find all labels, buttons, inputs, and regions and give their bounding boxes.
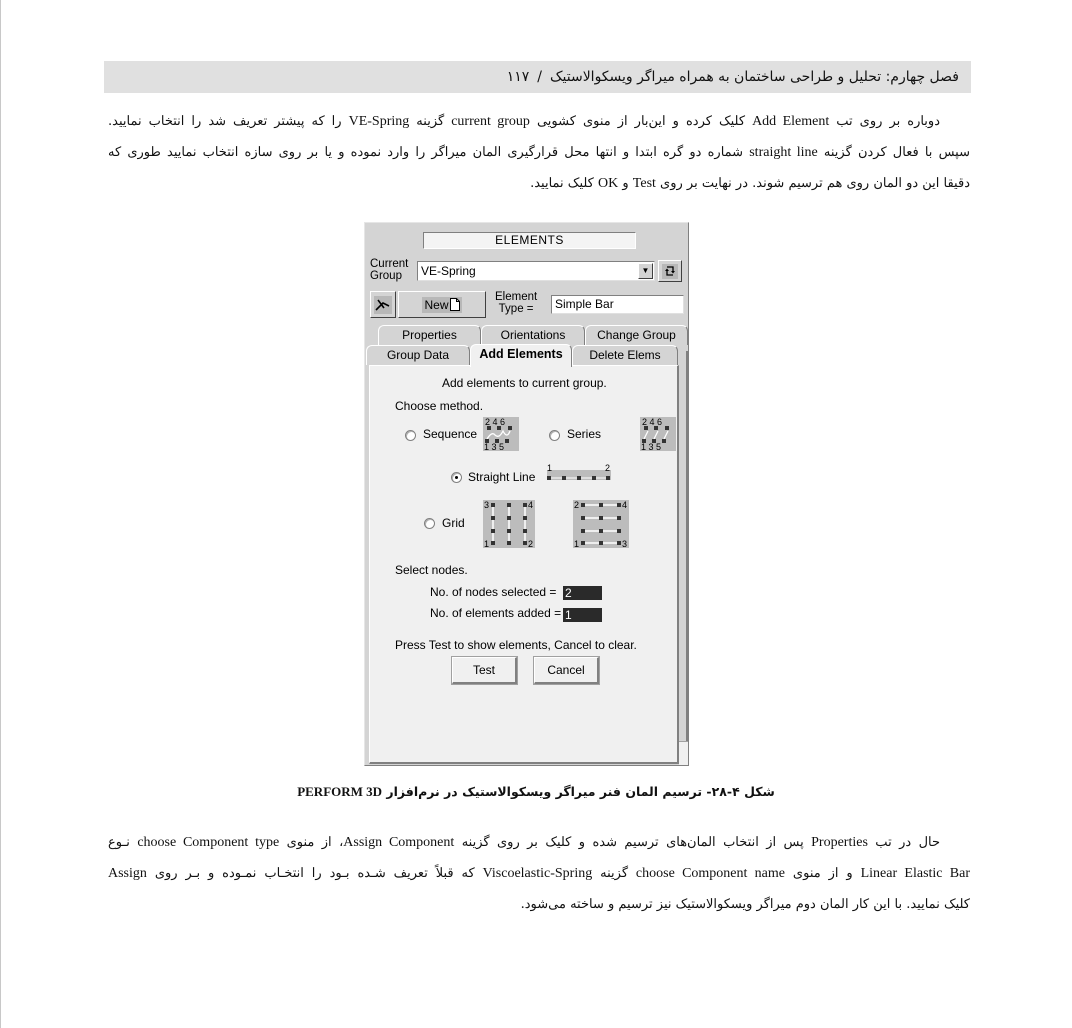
grid-rows-diagram-icon: 2 4 1 3 bbox=[573, 500, 629, 548]
svg-text:2: 2 bbox=[574, 500, 579, 510]
straight-line-diagram-icon: 1 2 bbox=[547, 464, 611, 480]
svg-text:3: 3 bbox=[622, 539, 627, 548]
paragraph-line: حال در تب Properties پس از انتخاب المان‌… bbox=[108, 835, 941, 850]
tab-delete-elems[interactable]: Delete Elems bbox=[572, 345, 678, 365]
nodes-selected-label: No. of nodes selected = bbox=[430, 585, 557, 599]
series-label: Series bbox=[567, 427, 602, 441]
element-type-field[interactable]: Simple Bar bbox=[551, 295, 684, 314]
svg-text:1 3 5: 1 3 5 bbox=[641, 442, 661, 451]
new-button-label: New bbox=[424, 297, 449, 312]
elements-added-label: No. of elements added = bbox=[430, 606, 562, 620]
paragraph-line: دوباره بر روی تب Add Element کلیک کرده و… bbox=[108, 114, 940, 129]
paragraph-line: کلیک نمایید. با این کار المان دوم میراگر… bbox=[520, 897, 970, 912]
svg-text:1: 1 bbox=[484, 539, 489, 548]
seq-bottom-labels: 1 3 5 bbox=[484, 442, 504, 451]
sequence-diagram-icon: 2 4 6 1 3 5 bbox=[483, 417, 519, 451]
select-nodes-label: Select nodes. bbox=[395, 563, 468, 577]
nodes-selected-value: 2 bbox=[563, 586, 602, 600]
svg-text:2: 2 bbox=[605, 464, 610, 473]
second-paragraph: حال در تب Properties پس از انتخاب المان‌… bbox=[108, 827, 970, 920]
tab-orientations[interactable]: Orientations bbox=[481, 325, 585, 345]
tab-group-data[interactable]: Group Data bbox=[366, 345, 470, 365]
elements-window: ELEMENTS Current Group VE-Spring ▼ New E… bbox=[364, 222, 689, 766]
svg-text:1: 1 bbox=[574, 539, 579, 548]
paragraph-line: سپس با فعال کردن گزینه straight line شما… bbox=[108, 145, 970, 160]
instruction-hint: Press Test to show elements, Cancel to c… bbox=[395, 638, 637, 652]
tab-properties[interactable]: Properties bbox=[378, 325, 481, 345]
header-separator: / bbox=[537, 69, 542, 85]
current-group-label: Current Group bbox=[370, 258, 409, 282]
intro-paragraph: دوباره بر روی تب Add Element کلیک کرده و… bbox=[108, 106, 970, 199]
add-elements-panel: Add elements to current group. Choose me… bbox=[369, 365, 679, 764]
series-diagram-icon: 2 4 6 1 3 5 bbox=[640, 417, 676, 451]
figure-caption: شکل ۴-۲۸- ترسیم المان فنر میراگر ویسکوال… bbox=[297, 784, 775, 799]
grid-radio[interactable] bbox=[424, 518, 435, 529]
test-button[interactable]: Test bbox=[451, 656, 518, 685]
straight-line-radio[interactable] bbox=[451, 472, 462, 483]
sequence-radio[interactable] bbox=[405, 430, 416, 441]
page-left-border bbox=[0, 0, 1, 1028]
straight-line-label: Straight Line bbox=[468, 470, 536, 484]
new-document-icon bbox=[449, 298, 460, 311]
svg-text:4: 4 bbox=[622, 500, 627, 510]
svg-text:3: 3 bbox=[484, 500, 489, 510]
grid-columns-diagram-icon: 3 4 1 2 bbox=[483, 500, 535, 548]
element-type-label: Element Type = bbox=[495, 291, 538, 315]
grid-label: Grid bbox=[442, 516, 465, 530]
refresh-button[interactable] bbox=[658, 260, 682, 282]
svg-text:1: 1 bbox=[547, 464, 552, 473]
pick-element-icon bbox=[374, 295, 392, 314]
page-number: ۱۱۷ bbox=[506, 69, 530, 85]
tab-add-elements[interactable]: Add Elements bbox=[470, 344, 572, 367]
svg-text:4: 4 bbox=[528, 500, 533, 510]
pick-element-button[interactable] bbox=[370, 291, 396, 318]
running-header: فصل چهارم: تحلیل و طراحی ساختمان به همرا… bbox=[104, 61, 971, 93]
window-title: ELEMENTS bbox=[423, 232, 636, 249]
new-button[interactable]: New bbox=[398, 291, 486, 318]
series-radio[interactable] bbox=[549, 430, 560, 441]
chapter-title: فصل چهارم: تحلیل و طراحی ساختمان به همرا… bbox=[549, 69, 959, 85]
panel-heading: Add elements to current group. bbox=[442, 376, 607, 390]
refresh-icon bbox=[662, 263, 678, 279]
current-group-select[interactable]: VE-Spring ▼ bbox=[417, 261, 655, 281]
tab-change-group[interactable]: Change Group bbox=[585, 325, 688, 345]
paragraph-line: دقیقا این دو المان روی هم ترسیم شوند. در… bbox=[530, 176, 970, 191]
svg-text:2 4 6: 2 4 6 bbox=[642, 417, 662, 427]
current-group-value: VE-Spring bbox=[421, 264, 476, 278]
cancel-button[interactable]: Cancel bbox=[533, 656, 600, 685]
elements-added-value: 1 bbox=[563, 608, 602, 622]
chevron-down-icon[interactable]: ▼ bbox=[638, 263, 653, 279]
sequence-label: Sequence bbox=[423, 427, 478, 441]
svg-text:2: 2 bbox=[528, 539, 533, 548]
seq-top-labels: 2 4 6 bbox=[485, 417, 505, 427]
choose-method-label: Choose method. bbox=[395, 399, 484, 413]
paragraph-line: Linear Elastic Bar و از منوی choose Comp… bbox=[108, 866, 970, 881]
